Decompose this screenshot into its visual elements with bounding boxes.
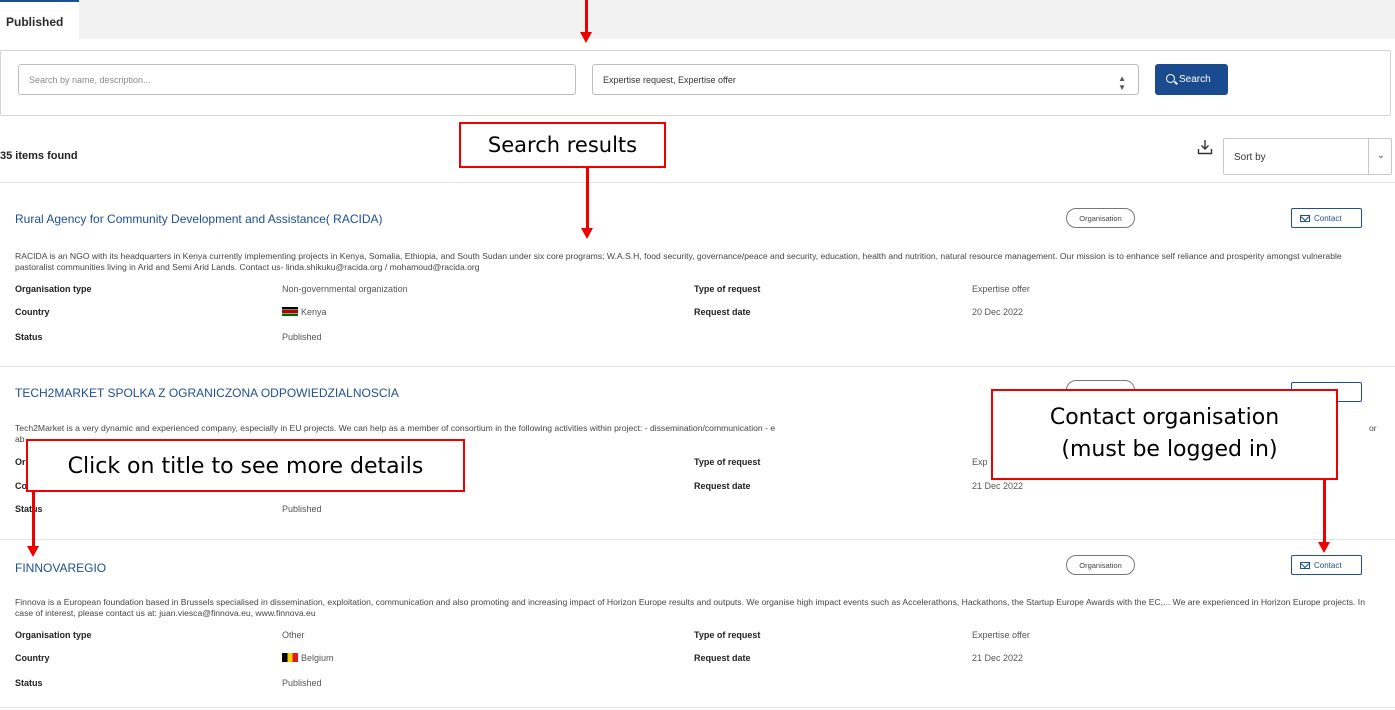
status-value: Published (282, 678, 322, 688)
country-label: Country (15, 653, 50, 663)
envelope-icon (1300, 562, 1310, 569)
annotation-arrowhead (1318, 542, 1330, 553)
org-type-label: Organisation type (15, 284, 92, 294)
chevron-down-icon: ⌄ (1376, 150, 1385, 161)
request-date-label: Request date (694, 481, 751, 491)
annotation-contact: Contact organisation (must be logged in) (991, 389, 1338, 480)
organisation-badge: Organisation (1066, 208, 1135, 228)
annotation-arrowhead (580, 32, 592, 43)
divider (0, 707, 1395, 708)
contact-button[interactable]: Contact (1291, 208, 1362, 228)
request-type-select-value: Expertise request, Expertise offer (603, 75, 736, 85)
status-value: Published (282, 504, 322, 514)
org-type-label: Organisation type (15, 630, 92, 640)
download-icon[interactable] (1197, 139, 1213, 155)
request-type-select[interactable]: Expertise request, Expertise offer ▲ ▼ (592, 64, 1139, 95)
annotation-contact-line1: Contact organisation (1049, 405, 1280, 430)
search-button-label: Search (1179, 74, 1211, 85)
request-type-label: Type of request (694, 457, 761, 467)
contact-label: Contact (1314, 561, 1342, 570)
annotation-arrow-contact (1323, 480, 1326, 543)
annotation-arrow-filter (585, 0, 588, 33)
kenya-flag-icon (282, 307, 298, 316)
divider (0, 539, 1395, 540)
annotation-search-results: Search results (459, 122, 666, 168)
item-description: Tech2Market is a very dynamic and experi… (15, 423, 776, 433)
org-type-value: Other (282, 630, 305, 640)
annotation-arrowhead (27, 546, 39, 557)
item-description-tail: or (1369, 423, 1377, 433)
sort-label: Sort by (1234, 152, 1266, 163)
request-date-value: 21 Dec 2022 (972, 481, 1024, 491)
item-description: RACIDA is an NGO with its headquarters i… (15, 251, 1342, 272)
organisation-badge: Organisation (1066, 555, 1135, 575)
envelope-icon (1300, 215, 1310, 222)
contact-button[interactable]: Contact (1291, 555, 1362, 575)
country-name: Belgium (301, 653, 334, 663)
item-title-finnovaregio[interactable]: FINNOVAREGIO (15, 561, 106, 575)
request-date-label: Request date (694, 307, 751, 317)
sort-divider (1368, 139, 1369, 174)
search-input[interactable]: Search by name, description... (18, 64, 576, 95)
country-label: Country (15, 307, 50, 317)
org-type-value: Non-governmental organization (282, 284, 408, 294)
annotation-click-title: Click on title to see more details (26, 439, 465, 492)
annotation-arrowhead (581, 228, 593, 239)
status-label: Status (15, 678, 43, 688)
item-description: Finnova is a European foundation based i… (15, 597, 1365, 618)
request-type-label: Type of request (694, 630, 761, 640)
item-title-tech2market[interactable]: TECH2MARKET SPOLKA Z OGRANICZONA ODPOWIE… (15, 386, 399, 400)
search-button[interactable]: Search (1155, 64, 1228, 95)
tab-published[interactable]: Published (0, 0, 79, 40)
sort-select[interactable]: Sort by ⌄ (1223, 138, 1392, 175)
status-label: Status (15, 504, 43, 514)
request-type-value: Exp (972, 457, 988, 467)
request-date-label: Request date (694, 653, 751, 663)
country-value: Kenya (282, 307, 327, 317)
org-type-label: Or (15, 457, 26, 467)
tab-bar: Published (0, 0, 1395, 40)
divider (0, 182, 1395, 183)
annotation-arrow-results (586, 168, 589, 230)
contact-label: Contact (1314, 214, 1342, 223)
results-count: 35 items found (0, 150, 78, 162)
request-date-value: 20 Dec 2022 (972, 307, 1024, 317)
select-arrows-icon: ▲ ▼ (1118, 74, 1126, 92)
request-type-value: Expertise offer (972, 630, 1030, 640)
country-name: Kenya (301, 307, 327, 317)
item-title-racida[interactable]: Rural Agency for Community Development a… (15, 212, 382, 226)
annotation-contact-line2: (must be logged in) (1061, 437, 1278, 462)
request-type-value: Expertise offer (972, 284, 1030, 294)
divider (0, 366, 1395, 367)
status-value: Published (282, 332, 322, 342)
status-label: Status (15, 332, 43, 342)
request-date-value: 21 Dec 2022 (972, 653, 1024, 663)
annotation-arrow-title (32, 492, 35, 548)
search-icon (1166, 74, 1175, 83)
request-type-label: Type of request (694, 284, 761, 294)
belgium-flag-icon (282, 653, 298, 662)
country-value: Belgium (282, 653, 334, 663)
